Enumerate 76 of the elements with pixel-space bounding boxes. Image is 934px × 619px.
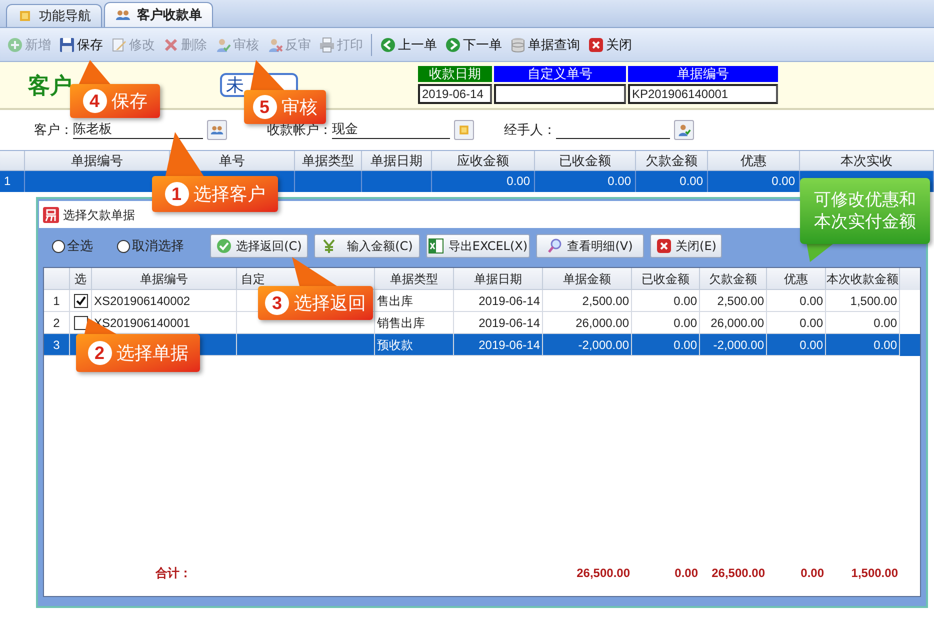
x-icon — [163, 36, 179, 52]
field-label: 经手人： — [504, 121, 556, 140]
dialog-button[interactable]: 导出EXCEL(X) — [426, 234, 530, 258]
radio-button[interactable]: 取消选择 — [117, 236, 184, 256]
field-label: 自定义单号 — [494, 66, 626, 82]
step-number: 3 — [265, 291, 289, 315]
table-cell: 0.00 — [636, 171, 708, 192]
field-label: 收款帐户： — [267, 121, 332, 140]
table-cell: -2,000.00 — [543, 334, 632, 356]
money-icon — [321, 238, 338, 254]
callout: 2 选择单据 — [76, 334, 200, 372]
dialog-title: 选择欠款单据 — [63, 206, 135, 224]
table-cell: 0.00 — [826, 334, 900, 356]
person-check-icon — [215, 36, 231, 52]
printer-icon — [319, 36, 335, 52]
step-number: 5 — [252, 95, 276, 119]
plus-icon — [7, 36, 23, 52]
dialog-button[interactable]: 选择返回(C) — [210, 234, 308, 258]
dialog-button[interactable]: 查看明细(V) — [536, 234, 644, 258]
callout: 5 审核 — [244, 90, 326, 124]
table-cell: 1 — [0, 171, 25, 192]
tab[interactable]: 客户收款单 — [104, 2, 213, 27]
input-field[interactable]: 2019-06-14 — [418, 84, 492, 104]
step-number: 2 — [88, 341, 112, 365]
app-icon — [43, 206, 59, 222]
total-value: 0.00 — [800, 565, 825, 582]
totals-label: 合计： — [154, 565, 192, 582]
field-label: 收款日期 — [418, 66, 492, 82]
toolbar-button[interactable]: 单据查询 — [507, 32, 583, 58]
callout: 4 保存 — [70, 84, 160, 118]
check-icon — [216, 238, 232, 254]
people-icon — [210, 123, 224, 137]
total-value: 0.00 — [674, 565, 699, 582]
callout: 1 选择客户 — [152, 176, 278, 212]
table-cell: 预收款 — [375, 334, 454, 356]
step-number: 1 — [164, 182, 188, 206]
close-icon — [656, 238, 672, 254]
table-cell: 3 — [44, 334, 70, 356]
total-value: 1,500.00 — [850, 565, 899, 582]
database-icon — [510, 36, 526, 52]
close-icon — [588, 36, 604, 52]
lookup-button[interactable] — [207, 120, 227, 140]
checkbox[interactable] — [74, 294, 88, 308]
input-field[interactable]: KP201906140001 — [628, 84, 778, 104]
pointer-arrow — [165, 132, 205, 178]
pencil-icon — [111, 36, 127, 52]
lookup-button[interactable] — [674, 120, 694, 140]
person-icon — [677, 123, 691, 137]
table-cell: 0.00 — [767, 334, 826, 356]
spreadsheet-icon — [428, 238, 444, 254]
toolbar-button[interactable]: 下一单 — [442, 32, 505, 58]
tab[interactable]: 功能导航 — [6, 4, 102, 27]
checkbox[interactable] — [74, 316, 88, 330]
person-x-icon — [267, 36, 283, 52]
table-cell: 0.00 — [535, 171, 636, 192]
dialog-button[interactable]: 关闭(E) — [650, 234, 722, 258]
radio-button[interactable]: 全选 — [52, 236, 93, 256]
input-field[interactable] — [494, 84, 626, 104]
step-number: 4 — [82, 89, 106, 113]
field-label: 客户： — [34, 121, 73, 140]
table-cell: 0.00 — [432, 171, 535, 192]
form-title: 客户 — [28, 72, 72, 100]
search-icon — [547, 238, 564, 254]
toolbar-button[interactable]: 保存 — [56, 32, 106, 58]
dialog-button[interactable]: 输入金额(C) — [314, 234, 420, 258]
callout: 3 选择返回 — [258, 286, 373, 320]
toolbar-button[interactable]: 上一单 — [377, 32, 440, 58]
table-cell: 0.00 — [632, 334, 700, 356]
input-field[interactable]: 现金 — [332, 121, 450, 139]
toolbar-button[interactable]: 关闭 — [585, 32, 635, 58]
total-value: 26,500.00 — [710, 565, 766, 582]
table-cell: -2,000.00 — [700, 334, 767, 356]
total-value: 26,500.00 — [576, 565, 631, 582]
callout: 可修改优惠和本次实付金额 — [800, 178, 930, 244]
table-cell: 2019-06-14 — [454, 334, 543, 356]
field-label: 单据编号 — [628, 66, 778, 82]
